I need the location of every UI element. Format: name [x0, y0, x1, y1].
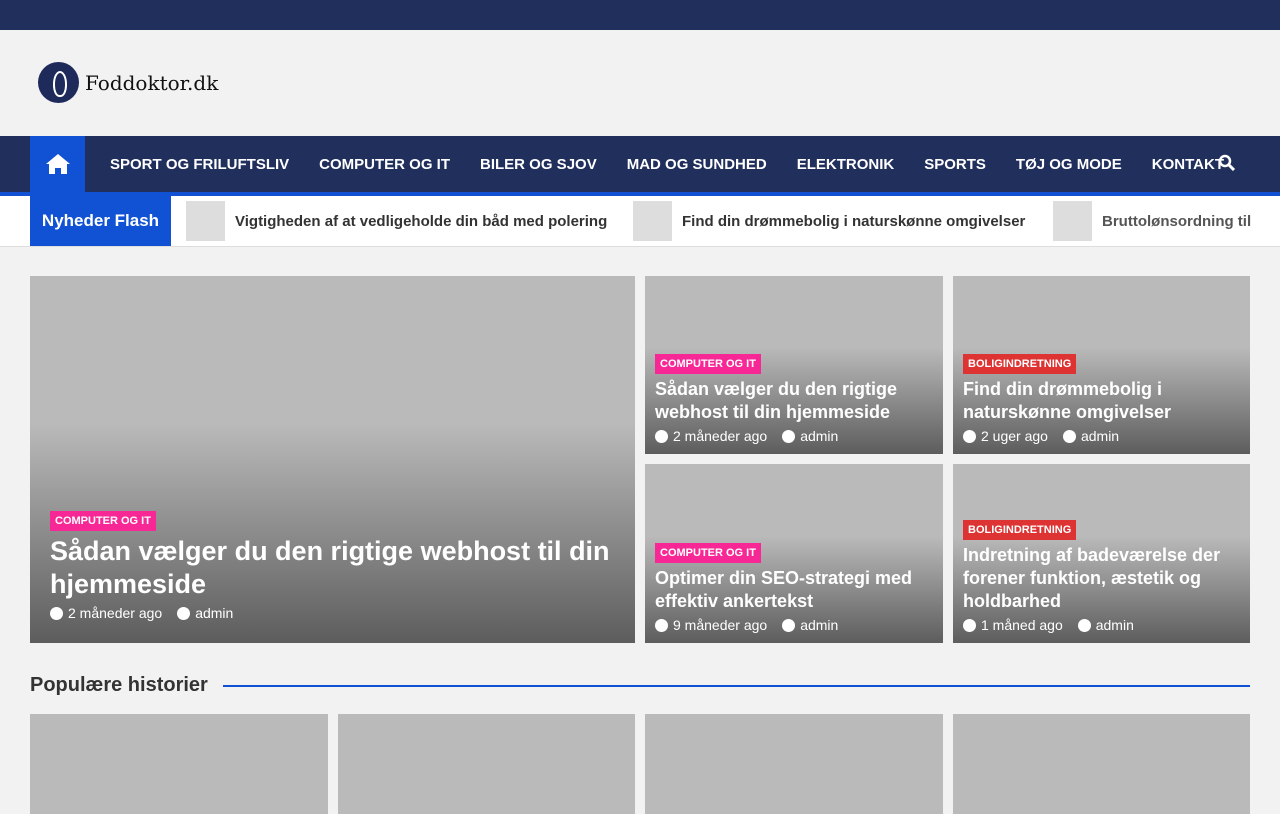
post-time: 1 måned ago: [981, 617, 1063, 633]
featured-card[interactable]: COMPUTER OG IT Sådan vælger du den rigti…: [30, 276, 635, 643]
home-button[interactable]: [30, 136, 85, 192]
user-icon: [1077, 618, 1091, 632]
ticker-item[interactable]: Vigtigheden af at vedligeholde din båd m…: [186, 201, 607, 241]
ticker-thumbnail: [186, 201, 225, 241]
category-badge[interactable]: COMPUTER OG IT: [50, 511, 156, 531]
popular-section-header: Populære historier: [30, 674, 1250, 697]
clock-icon: [963, 429, 976, 443]
nav-computer-og-it[interactable]: COMPUTER OG IT: [304, 156, 465, 173]
post-title[interactable]: Sådan vælger du den rigtige webhost til …: [655, 378, 933, 424]
nav-elektronik[interactable]: ELEKTRONIK: [782, 156, 910, 173]
user-icon: [782, 618, 796, 632]
ticker-thumbnail: [633, 201, 672, 241]
post-time: 9 måneder ago: [673, 617, 768, 633]
post-title[interactable]: Optimer din SEO-strategi med effektiv an…: [655, 567, 933, 613]
clock-icon: [655, 429, 668, 443]
ticker-item-title: Vigtigheden af at vedligeholde din båd m…: [235, 212, 608, 230]
user-icon: [1062, 429, 1076, 443]
post-author[interactable]: admin: [195, 605, 233, 621]
popular-card[interactable]: [645, 714, 943, 814]
top-bar: [0, 0, 1280, 30]
post-time: 2 måneder ago: [673, 428, 768, 444]
section-title: Populære historier: [30, 674, 208, 696]
main-nav: SPORT OG FRILUFTSLIV COMPUTER OG IT BILE…: [0, 136, 1280, 196]
ticker-item-title: Find din drømmebolig i naturskønne omgiv…: [682, 212, 1026, 230]
clock-icon: [50, 606, 63, 620]
post-author[interactable]: admin: [1096, 617, 1134, 633]
nav-sport-og-friluftsliv[interactable]: SPORT OG FRILUFTSLIV: [95, 156, 304, 173]
news-ticker: Nyheder Flash Vigtigheden af at vedligeh…: [0, 196, 1280, 247]
nav-mad-og-sundhed[interactable]: MAD OG SUNDHED: [612, 156, 782, 173]
site-name: Foddoktor.dk: [85, 70, 219, 95]
ticker-item[interactable]: Find din drømmebolig i naturskønne omgiv…: [633, 201, 1025, 241]
clock-icon: [963, 618, 976, 632]
category-badge[interactable]: BOLIGINDRETNING: [963, 354, 1077, 374]
site-logo[interactable]: Foddoktor.dk: [38, 62, 218, 103]
user-icon: [177, 606, 191, 620]
nav-toj-og-mode[interactable]: TØJ OG MODE: [1001, 156, 1137, 173]
post-author[interactable]: admin: [1081, 428, 1119, 444]
featured-card[interactable]: BOLIGINDRETNING Indretning af badeværels…: [953, 464, 1250, 643]
popular-card[interactable]: [30, 714, 328, 814]
featured-card[interactable]: COMPUTER OG IT Sådan vælger du den rigti…: [645, 276, 943, 454]
post-title[interactable]: Sådan vælger du den rigtige webhost til …: [50, 535, 625, 601]
user-icon: [782, 429, 796, 443]
ticker-item-title: Bruttolønsordning til: [1102, 212, 1252, 230]
clock-icon: [655, 618, 668, 632]
post-title[interactable]: Find din drømmebolig i naturskønne omgiv…: [963, 378, 1240, 424]
home-icon: [45, 154, 70, 174]
search-icon: [1218, 154, 1236, 172]
search-button[interactable]: [1218, 154, 1236, 176]
nav-biler-og-sjov[interactable]: BILER OG SJOV: [465, 156, 612, 173]
post-time: 2 måneder ago: [68, 605, 163, 621]
nav-sports[interactable]: SPORTS: [909, 156, 1001, 173]
category-badge[interactable]: COMPUTER OG IT: [655, 354, 761, 374]
category-badge[interactable]: BOLIGINDRETNING: [963, 520, 1077, 540]
post-title[interactable]: Indretning af badeværelse der forener fu…: [963, 544, 1240, 613]
category-badge[interactable]: COMPUTER OG IT: [655, 543, 761, 563]
post-author[interactable]: admin: [800, 617, 838, 633]
popular-card[interactable]: [953, 714, 1250, 814]
ticker-thumbnail: [1053, 201, 1092, 241]
ticker-label: Nyheder Flash: [30, 196, 171, 246]
section-divider: [222, 684, 1250, 687]
post-time: 2 uger ago: [981, 428, 1048, 444]
featured-card[interactable]: COMPUTER OG IT Optimer din SEO-strategi …: [645, 464, 943, 643]
featured-card[interactable]: BOLIGINDRETNING Find din drømmebolig i n…: [953, 276, 1250, 454]
ticker-item[interactable]: Bruttolønsordning til: [1053, 201, 1251, 241]
popular-card[interactable]: [338, 714, 635, 814]
foot-icon: [38, 62, 79, 103]
post-author[interactable]: admin: [800, 428, 838, 444]
